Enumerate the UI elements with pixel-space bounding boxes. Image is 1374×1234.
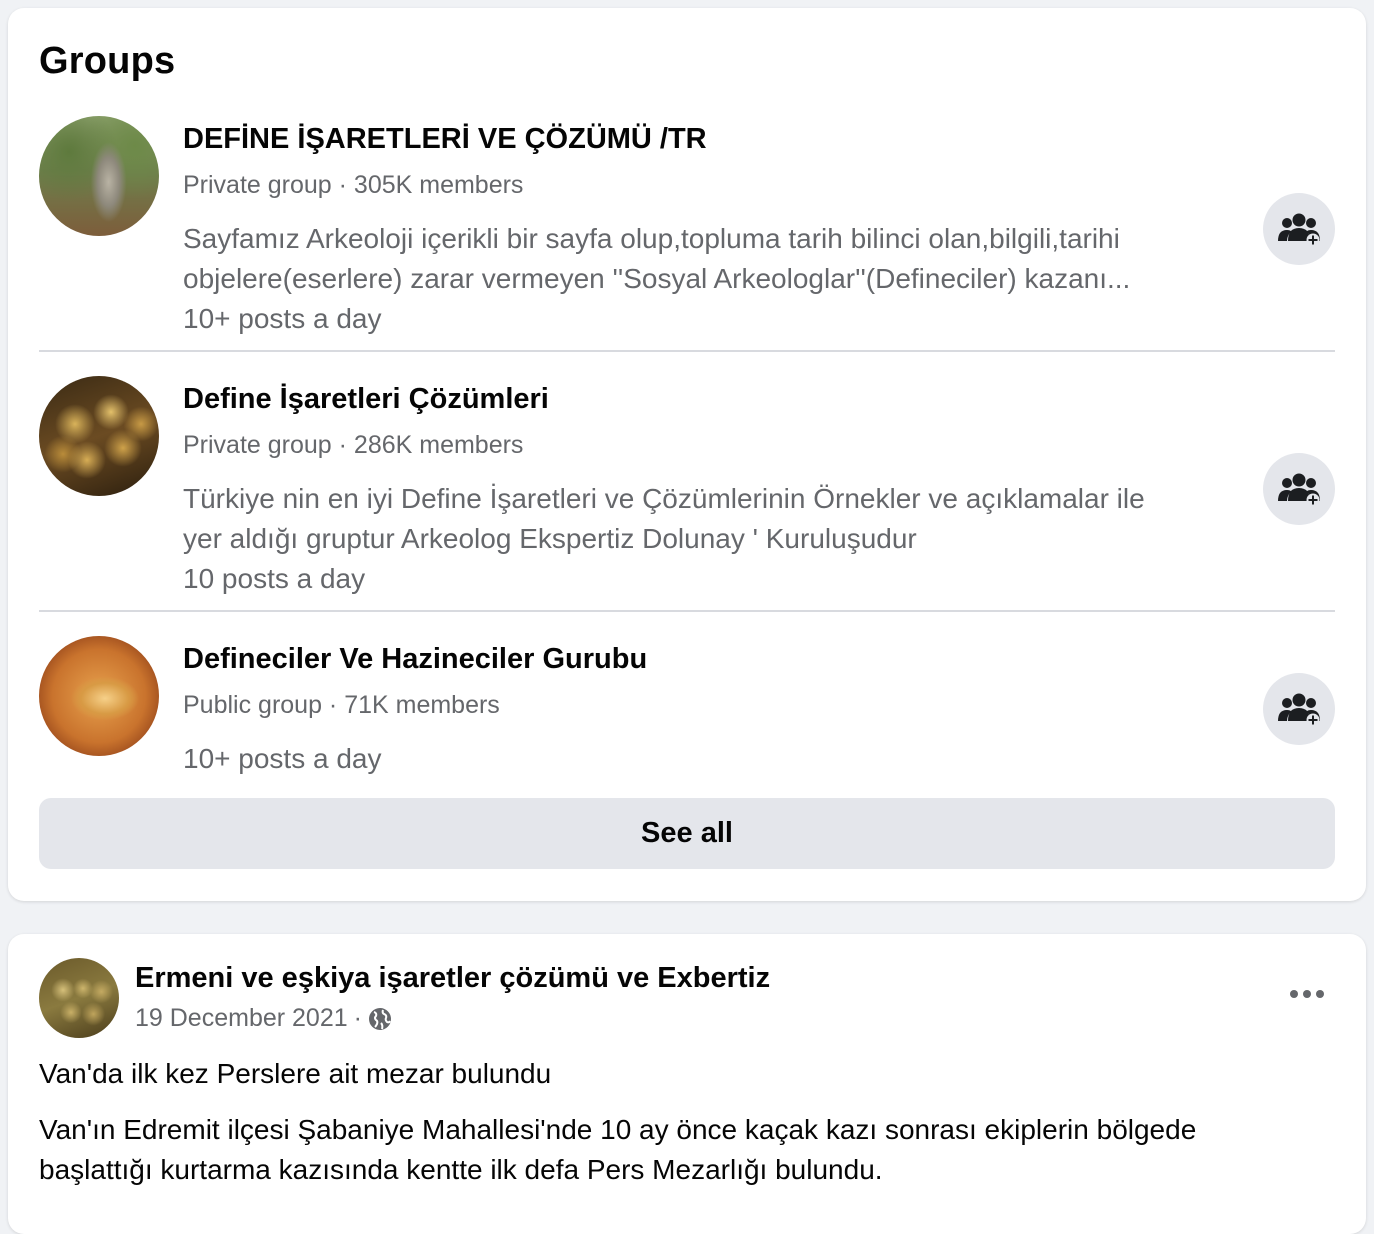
globe-icon <box>368 1007 391 1030</box>
group-meta: Private group · 305K members <box>183 171 524 199</box>
join-group-icon <box>1278 693 1320 727</box>
post-body-line: Van'ın Edremit ilçesi Şabaniye Mahallesi… <box>39 1114 1197 1145</box>
group-avatar[interactable] <box>39 116 159 236</box>
post-headline: Van'da ilk kez Perslere ait mezar bulund… <box>39 1058 552 1089</box>
group-description-line: objelere(eserlere) zarar vermeyen ''Sosy… <box>183 263 1131 294</box>
join-group-button[interactable] <box>1263 673 1335 745</box>
divider <box>39 610 1335 612</box>
meta-separator: · <box>353 1004 362 1032</box>
divider <box>39 350 1335 352</box>
post-author-avatar[interactable] <box>39 958 119 1038</box>
group-activity: 10+ posts a day <box>183 743 382 774</box>
see-all-button[interactable]: See all <box>39 798 1335 869</box>
group-avatar[interactable] <box>39 376 159 496</box>
join-group-icon <box>1278 213 1320 247</box>
group-name[interactable]: DEFİNE İŞARETLERİ VE ÇÖZÜMÜ /TR <box>183 123 707 156</box>
post-body: Van'ın Edremit ilçesi Şabaniye Mahallesi… <box>39 1110 1335 1190</box>
group-item[interactable]: Defineciler Ve Hazineciler Gurubu Public… <box>39 635 1335 785</box>
join-group-icon <box>1278 473 1320 507</box>
group-description-line: Sayfamız Arkeoloji içerikli bir sayfa ol… <box>183 223 1120 254</box>
group-activity: 10+ posts a day <box>183 303 382 334</box>
post-date[interactable]: 19 December 2021 <box>135 1004 348 1033</box>
post-author-name[interactable]: Ermeni ve eşkiya işaretler çözümü ve Exb… <box>135 962 770 995</box>
more-options-button[interactable] <box>1279 970 1335 1018</box>
post-body-line: başlattığı kurtarma kazısında kentte ilk… <box>39 1154 883 1185</box>
groups-card: Groups DEFİNE İŞARETLERİ VE ÇÖZÜMÜ /TR P… <box>8 8 1366 901</box>
group-description: Türkiye nin en iyi Define İşaretleri ve … <box>183 479 1233 559</box>
more-options-icon <box>1290 990 1324 998</box>
group-description: Sayfamız Arkeoloji içerikli bir sayfa ol… <box>183 219 1233 299</box>
group-meta: Public group · 71K members <box>183 691 500 719</box>
group-avatar[interactable] <box>39 636 159 756</box>
join-group-button[interactable] <box>1263 193 1335 265</box>
post-meta: 19 December 2021 · <box>135 1004 392 1033</box>
group-description-line: Türkiye nin en iyi Define İşaretleri ve … <box>183 483 1145 514</box>
group-meta: Private group · 286K members <box>183 431 524 459</box>
groups-title: Groups <box>39 40 176 82</box>
group-item[interactable]: DEFİNE İŞARETLERİ VE ÇÖZÜMÜ /TR Private … <box>39 115 1335 351</box>
group-activity: 10 posts a day <box>183 563 366 594</box>
join-group-button[interactable] <box>1263 453 1335 525</box>
group-name[interactable]: Define İşaretleri Çözümleri <box>183 383 549 416</box>
post-card: Ermeni ve eşkiya işaretler çözümü ve Exb… <box>8 934 1366 1234</box>
group-name[interactable]: Defineciler Ve Hazineciler Gurubu <box>183 643 647 676</box>
group-item[interactable]: Define İşaretleri Çözümleri Private grou… <box>39 375 1335 611</box>
group-description-line: yer aldığı gruptur Arkeolog Ekspertiz Do… <box>183 523 917 554</box>
